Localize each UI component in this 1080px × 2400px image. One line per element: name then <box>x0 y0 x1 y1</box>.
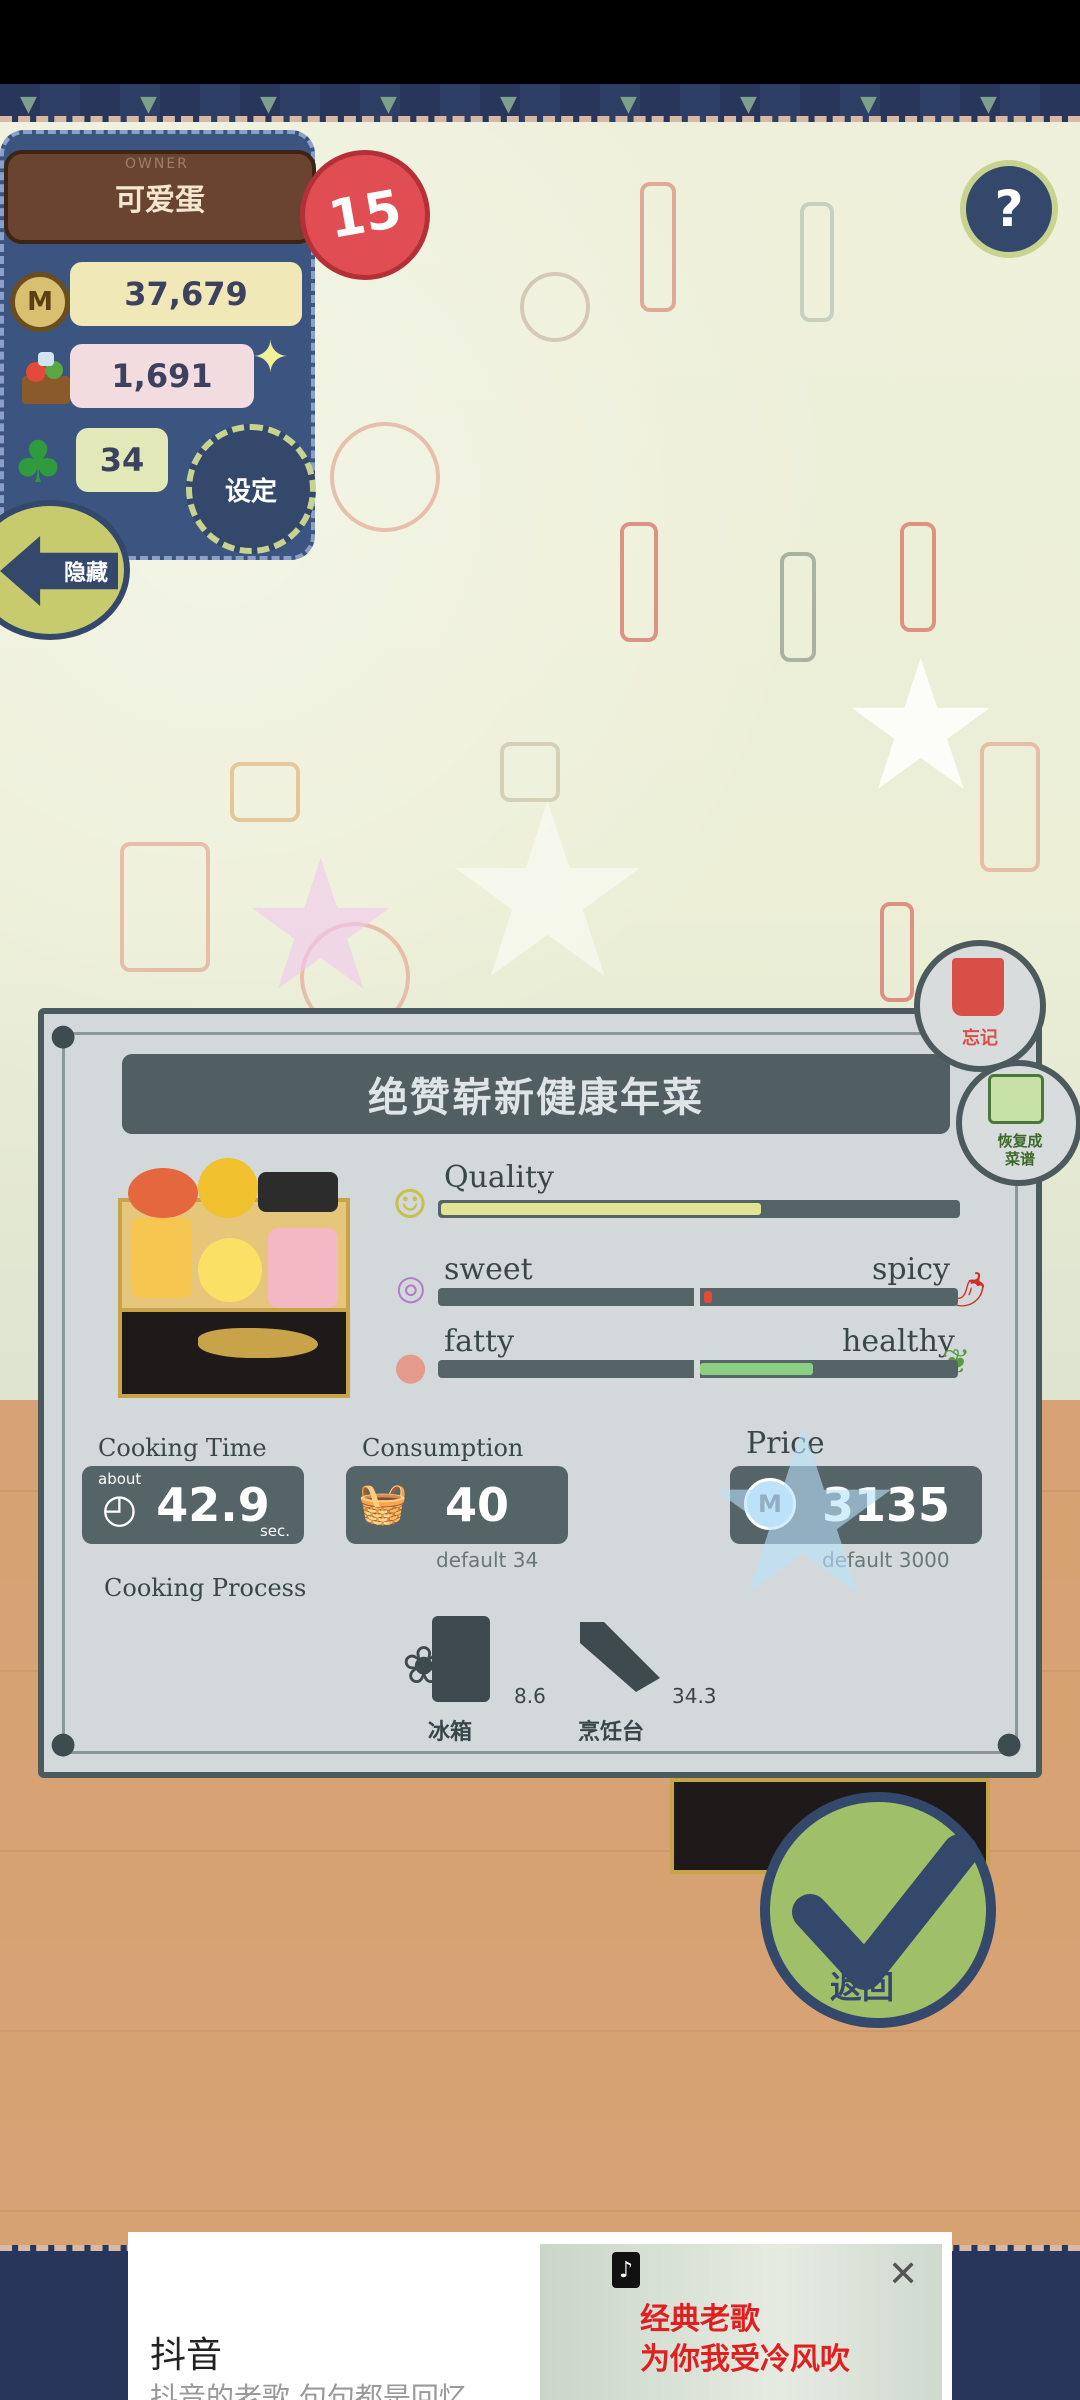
ad-image-caption: 经典老歌 为你我受冷风吹 <box>640 2302 850 2377</box>
quality-meter <box>438 1200 960 1218</box>
forget-label: 忘记 <box>962 1028 998 1049</box>
clock-icon: ◴ <box>102 1486 137 1532</box>
kamaboko-food <box>268 1228 338 1308</box>
equipment-name: 烹饪台 <box>578 1720 645 1745</box>
coins-display: 37,679 <box>70 262 302 326</box>
spicy-label: spicy <box>872 1252 950 1287</box>
cooking-time-unit: sec. <box>259 1522 290 1540</box>
jug-doodle <box>120 842 210 972</box>
cup-doodle <box>230 762 300 822</box>
shrimp-food <box>128 1168 198 1218</box>
consumption-value: 40 <box>444 1478 509 1532</box>
confirm-label: 返回 <box>830 1968 895 2006</box>
consumption-label: Consumption <box>362 1434 524 1462</box>
top-decor-border: ▼ ▼ ▼ ▼ ▼ ▼ ▼ ▼ ▼ <box>0 84 1080 122</box>
help-icon: ? <box>994 180 1024 238</box>
basket-icon: 🧺 <box>358 1481 408 1527</box>
smiley-icon: ☺ <box>392 1182 428 1228</box>
consumption-box: 🧺 40 <box>346 1466 568 1544</box>
clovers-display: 34 <box>76 428 168 492</box>
ad-close-icon[interactable]: ✕ <box>888 2254 918 2295</box>
owner-tag: OWNER <box>125 156 189 172</box>
osechi-box-image <box>118 1158 350 1398</box>
lollipop-icon: ◎ <box>396 1268 426 1308</box>
level-value: 15 <box>324 179 406 251</box>
health-meter <box>438 1360 958 1378</box>
sparkle-star: ★ <box>840 622 1002 831</box>
basket-icon <box>22 352 70 404</box>
equipment-time: 34.3 <box>672 1684 717 1708</box>
health-meter-fill <box>700 1363 813 1375</box>
settings-button[interactable]: 设定 <box>186 424 316 554</box>
pan-doodle <box>520 272 590 342</box>
bottle-doodle <box>780 552 816 662</box>
equipment-name: 冰箱 <box>428 1720 473 1745</box>
egg-roll-food <box>132 1218 192 1298</box>
pan-doodle <box>330 422 440 532</box>
ingredients-value: 1,691 <box>111 357 213 395</box>
ad-subtitle: 抖音的老歌 句句都是回忆 <box>150 2381 467 2400</box>
coin-icon: M <box>10 272 70 332</box>
equipment-time: 8.6 <box>514 1684 546 1708</box>
help-button[interactable]: ? <box>960 160 1058 258</box>
recipe-title: 绝赞崭新健康年菜 <box>368 1075 704 1121</box>
recipe-restore-icon <box>988 1074 1044 1124</box>
healthy-label: healthy <box>842 1324 955 1359</box>
sparkle-star: ★ <box>240 822 402 1031</box>
clover-icon: ♣ <box>12 428 64 496</box>
restore-label: 恢复成 菜谱 <box>997 1132 1043 1168</box>
pig-icon: ● <box>394 1344 428 1388</box>
taste-meter-divider <box>694 1288 700 1306</box>
cooking-time-value: 42.9 <box>156 1478 270 1532</box>
quality-label: Quality <box>444 1160 554 1195</box>
bear-corner-icon: ● <box>50 1018 77 1053</box>
bear-corner-icon: ● <box>50 1726 77 1761</box>
gold-pattern <box>198 1328 318 1358</box>
ingredients-display: 1,691 <box>70 344 254 408</box>
roll-food <box>258 1172 338 1212</box>
cooking-time-box: about ◴ 42.9 sec. <box>82 1466 304 1544</box>
bottle-doodle <box>880 902 914 1002</box>
flower-icon: ❀ <box>402 1636 446 1696</box>
clovers-value: 34 <box>99 441 145 479</box>
sweet-label: sweet <box>444 1252 533 1287</box>
hide-label: 隐藏 <box>63 561 108 586</box>
ad-title[interactable]: 抖音 <box>150 2326 222 2378</box>
status-bar <box>0 0 1080 84</box>
settings-label: 设定 <box>224 476 277 507</box>
chestnut-food <box>198 1238 262 1302</box>
tiktok-logo-icon: ♪ <box>612 2252 640 2288</box>
bottle-doodle <box>900 522 936 632</box>
taste-meter-marker <box>704 1291 712 1303</box>
owner-name: 可爱蛋 <box>115 183 205 218</box>
cooking-process-label: Cooking Process <box>104 1574 307 1602</box>
recipe-title-bar: 绝赞崭新健康年菜 <box>122 1054 950 1134</box>
sparkle-star: ★ <box>700 1380 907 1647</box>
bear-corner-icon: ● <box>996 1726 1023 1761</box>
bottle-doodle <box>800 202 834 322</box>
fatty-label: fatty <box>444 1324 515 1359</box>
cooking-time-label: Cooking Time <box>98 1434 267 1462</box>
sparkle-star: ★ <box>440 752 656 1032</box>
bottle-doodle <box>620 522 658 642</box>
bottle-doodle <box>640 182 676 312</box>
coins-value: 37,679 <box>124 275 248 313</box>
quality-meter-fill <box>441 1203 761 1215</box>
sparkle-icon: ✦ <box>252 332 289 383</box>
trash-icon <box>952 958 1004 1016</box>
taste-meter <box>438 1288 958 1306</box>
consumption-default: default 34 <box>436 1548 539 1572</box>
food-item <box>198 1158 258 1218</box>
